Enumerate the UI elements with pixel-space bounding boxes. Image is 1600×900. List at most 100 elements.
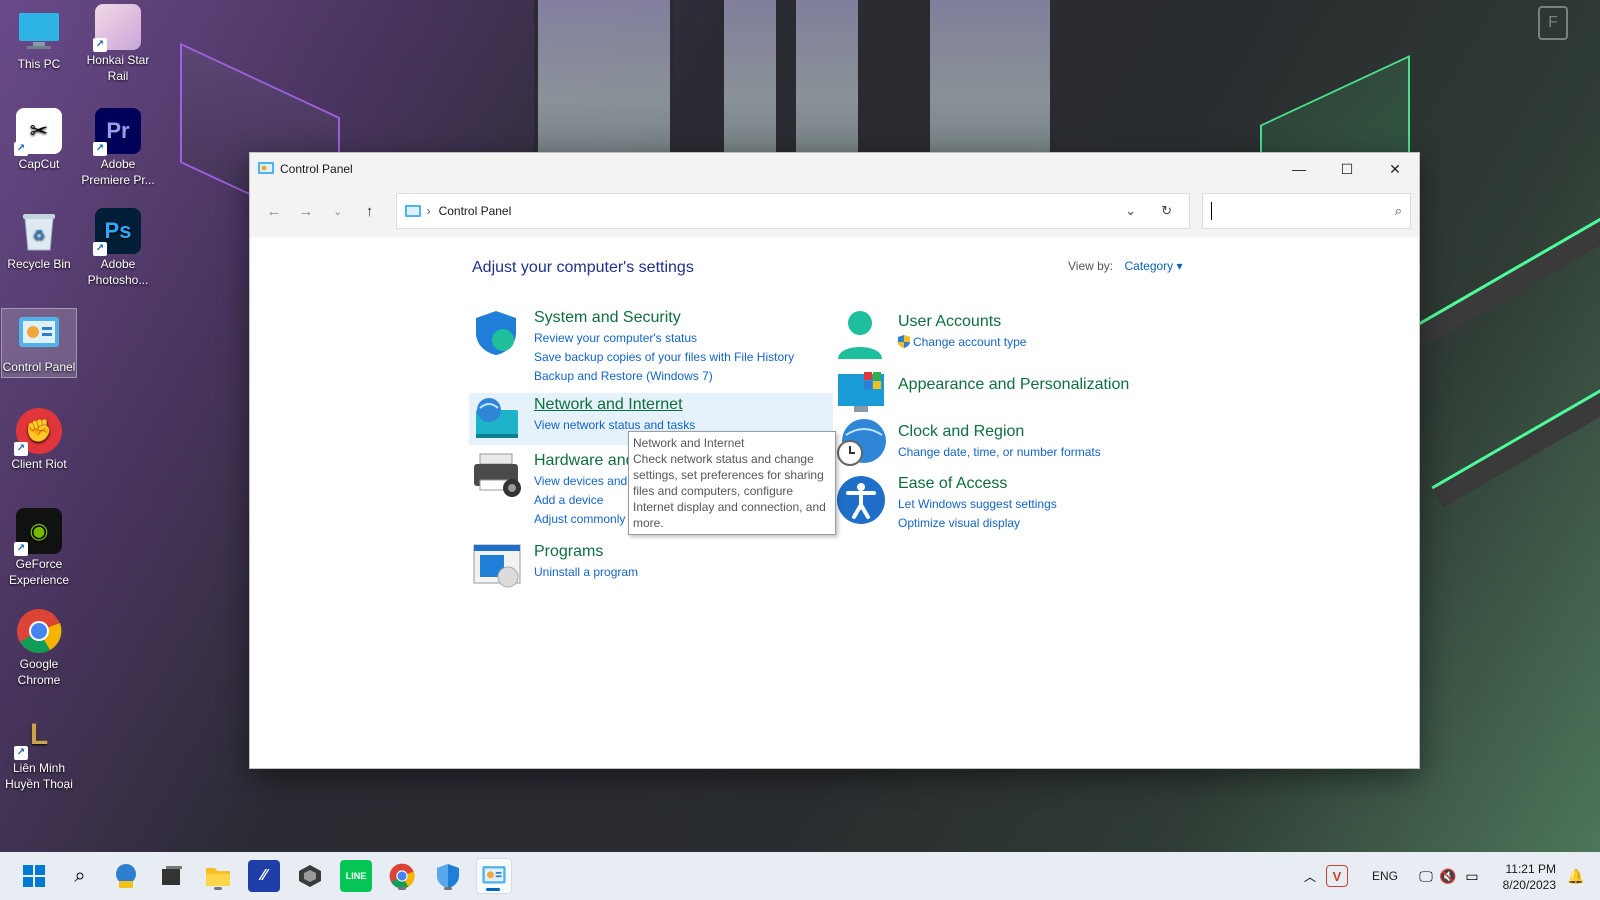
wallpaper-shape — [1411, 196, 1600, 348]
control-panel-icon[interactable] — [476, 858, 512, 894]
uac-shield-icon — [898, 335, 910, 348]
shield-icon — [472, 309, 524, 361]
task-view-icon[interactable] — [156, 860, 188, 892]
accessibility-icon — [836, 475, 888, 527]
battery-icon[interactable]: ▭ — [1456, 860, 1488, 892]
category-title[interactable]: User Accounts — [898, 313, 1026, 331]
forward-arrow-icon[interactable]: → — [290, 195, 322, 227]
user-icon — [836, 309, 888, 361]
refresh-icon[interactable]: ↻ — [1153, 203, 1181, 219]
address-history-chevron-icon[interactable]: ⌄ — [1117, 203, 1145, 219]
category-link[interactable]: Change date, time, or number formats — [898, 444, 1101, 460]
desktop-icon-label: Honkai Star Rail — [86, 53, 150, 83]
desktop-icon-this-pc[interactable]: This PC — [1, 8, 77, 72]
line-icon[interactable]: LINE — [340, 860, 372, 892]
desktop-icon-lol[interactable]: L ↗ Liên Minh Huyền Thoại — [1, 712, 77, 792]
category-programs: Programs Uninstall a program — [472, 543, 638, 595]
desktop-icon-honkai[interactable]: ↗ Honkai Star Rail — [80, 4, 156, 84]
search-icon[interactable]: ⌕ — [64, 860, 96, 892]
category-system-security: System and Security Review your computer… — [472, 309, 794, 387]
desktop-icon-control-panel[interactable]: Control Panel — [1, 308, 77, 378]
control-panel-content: Adjust your computer's settings View by:… — [250, 237, 1419, 768]
running-indicator — [398, 887, 406, 890]
desktop-icon-capcut[interactable]: ✂ ↗ CapCut — [1, 108, 77, 172]
back-arrow-icon[interactable]: ← — [258, 195, 290, 227]
desktop-icon-recycle-bin[interactable]: ♻ Recycle Bin — [1, 208, 77, 272]
vietkey-icon[interactable]: V — [1326, 865, 1348, 887]
geforce-icon: ◉ ↗ — [14, 508, 62, 556]
desktop-icon-label: Adobe Premiere Pr... — [81, 157, 155, 187]
category-link[interactable]: Backup and Restore (Windows 7) — [534, 368, 794, 384]
premiere-icon: Pr ↗ — [93, 108, 141, 156]
desktop-icon-label: This PC — [17, 57, 61, 71]
tooltip: Network and Internet Check network statu… — [628, 431, 836, 535]
category-title[interactable]: System and Security — [534, 309, 794, 327]
desktop-icon-label: Client Riot — [11, 457, 67, 471]
category-link[interactable]: Review your computer's status — [534, 330, 794, 346]
close-button[interactable]: ✕ — [1371, 153, 1419, 185]
category-user-accounts: User Accounts Change account type — [836, 309, 1026, 361]
address-bar[interactable]: › Control Panel ⌄ ↻ — [395, 193, 1190, 229]
category-link[interactable]: Save backup copies of your files with Fi… — [534, 349, 794, 365]
network-globe-icon — [472, 396, 524, 448]
category-title[interactable]: Network and Internet — [534, 396, 695, 414]
category-title[interactable]: Appearance and Personalization — [898, 376, 1129, 394]
search-icon[interactable]: ⌕ — [1395, 203, 1402, 219]
desktop-icon-riot[interactable]: ✊ ↗ Client Riot — [1, 408, 77, 472]
honkai-star-rail-icon: ↗ — [93, 4, 141, 52]
maximize-button[interactable]: ☐ — [1323, 153, 1371, 185]
monitor-icon — [16, 8, 62, 54]
printer-icon — [472, 452, 524, 504]
control-panel-icon — [258, 162, 274, 174]
search-box[interactable]: ⌕ — [1201, 193, 1412, 229]
category-title[interactable]: Programs — [534, 543, 638, 561]
notification-bell-icon[interactable]: 🔔 — [1560, 860, 1592, 892]
running-indicator — [214, 887, 222, 890]
category-link[interactable]: Optimize visual display — [898, 515, 1057, 531]
control-panel-icon — [16, 311, 62, 357]
pal-icon[interactable] — [110, 860, 142, 892]
desktop-icon-label: Adobe Photosho... — [87, 257, 149, 287]
category-link[interactable]: Uninstall a program — [534, 564, 638, 580]
view-by: View by: Category ▾ — [1068, 259, 1183, 273]
search-input[interactable] — [1213, 204, 1395, 218]
chrome-icon[interactable] — [386, 860, 418, 892]
show-hidden-icons-chevron-icon[interactable]: ︿ — [1294, 860, 1326, 892]
defender-icon[interactable] — [432, 860, 464, 892]
desktop-icon-premiere[interactable]: Pr ↗ Adobe Premiere Pr... — [80, 108, 156, 188]
navigation-bar: ← → ⌄ ↑ › Control Panel ⌄ ↻ ⌕ — [250, 185, 1419, 237]
up-arrow-icon[interactable]: ↑ — [354, 195, 386, 227]
minimize-button[interactable]: — — [1275, 153, 1323, 185]
title-bar: Control Panel — ☐ ✕ — [250, 153, 1419, 185]
clock[interactable]: 11:21 PM 8/20/2023 — [1494, 861, 1556, 893]
view-by-dropdown[interactable]: Category ▾ — [1124, 259, 1182, 273]
clock-time: 11:21 PM — [1505, 862, 1556, 876]
category-clock-region: Clock and Region Change date, time, or n… — [836, 417, 1101, 469]
desktop-icon-chrome[interactable]: Google Chrome — [1, 608, 77, 688]
running-indicator — [444, 887, 452, 890]
category-appearance: Appearance and Personalization — [836, 370, 1129, 422]
recycle-bin-icon: ♻ — [16, 208, 62, 254]
affinity-icon[interactable]: ⁄⁄ — [248, 860, 280, 892]
recent-locations-chevron-icon[interactable]: ⌄ — [322, 195, 354, 227]
desktop-icon-photoshop[interactable]: Ps ↗ Adobe Photosho... — [80, 208, 156, 288]
control-panel-icon — [404, 205, 421, 217]
wallpaper-shape — [1431, 356, 1600, 508]
desktop-icon-geforce[interactable]: ◉ ↗ GeForce Experience — [1, 508, 77, 588]
league-of-legends-icon: L ↗ — [14, 712, 62, 760]
file-explorer-icon[interactable] — [202, 860, 234, 892]
category-link[interactable]: Change account type — [898, 334, 1026, 350]
start-icon[interactable] — [18, 860, 50, 892]
category-link[interactable]: Let Windows suggest settings — [898, 496, 1057, 512]
category-title[interactable]: Clock and Region — [898, 423, 1101, 441]
breadcrumb-separator-icon: › — [426, 204, 431, 218]
text-caret — [1210, 202, 1212, 220]
desktop-icon-label: CapCut — [18, 157, 60, 171]
category-title[interactable]: Ease of Access — [898, 475, 1057, 493]
control-panel-window: Control Panel — ☐ ✕ ← → ⌄ ↑ › Control Pa… — [249, 152, 1420, 769]
unity-icon[interactable] — [294, 860, 326, 892]
language-indicator[interactable]: ENG — [1372, 869, 1398, 883]
breadcrumb[interactable]: Control Panel — [439, 204, 512, 218]
active-indicator — [486, 888, 500, 891]
photoshop-icon: Ps ↗ — [93, 208, 141, 256]
